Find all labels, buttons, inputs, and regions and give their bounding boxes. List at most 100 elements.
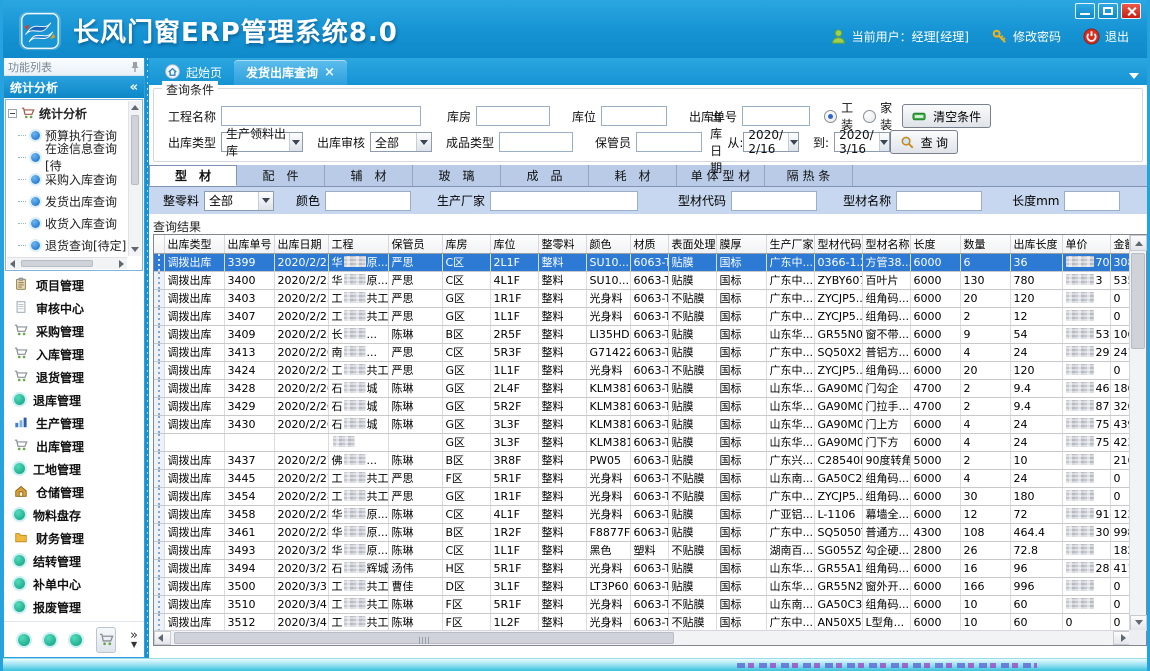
sidebar-item-物料盘存[interactable]: 物料盘存 xyxy=(14,505,144,526)
column-header-型材代码[interactable]: 型材代码 xyxy=(814,235,862,253)
column-header-出库日期[interactable]: 出库日期 xyxy=(274,235,328,253)
table-row[interactable]: G区3L3F整料KLM38176063-T5贴膜国标山东华...GA90M09.… xyxy=(154,433,1130,451)
sidebar-item-退货管理[interactable]: 退货管理 xyxy=(14,367,144,388)
tab-list-dropdown-icon[interactable] xyxy=(1129,73,1139,79)
table-row[interactable]: 调拨出库34032020/2/25工共工程严思G区1R1F整料光身料6063-T… xyxy=(154,289,1130,307)
column-header-整零料[interactable]: 整零料 xyxy=(538,235,586,253)
sidebar-item-出库管理[interactable]: 出库管理 xyxy=(14,436,144,457)
text-input[interactable] xyxy=(1064,191,1120,211)
scroll-left-button[interactable] xyxy=(154,631,171,645)
column-header-金额[interactable]: 金额 xyxy=(1110,235,1130,253)
material-tab-玻璃[interactable]: 玻 璃 xyxy=(413,165,501,186)
table-row[interactable]: 调拨出库34072020/2/25工共工程严思G区1L1F整料光身料6063-T… xyxy=(154,307,1130,325)
scroll-right-icon[interactable] xyxy=(119,260,124,268)
column-header-长度[interactable]: 长度 xyxy=(910,235,960,253)
date-from-picker[interactable]: 2020/ 2/16 xyxy=(743,132,799,152)
radio-工装[interactable] xyxy=(824,110,837,123)
sidebar-item-报废管理[interactable]: 报废管理 xyxy=(14,597,144,618)
table-row[interactable]: 调拨出库34372020/2/27佛...陈琳B区3R8F整料PW056063-… xyxy=(154,451,1130,469)
column-header-膜厚[interactable]: 膜厚 xyxy=(716,235,766,253)
column-header-材质[interactable]: 材质 xyxy=(630,235,668,253)
table-row[interactable]: 调拨出库35122020/3/4工共工程陈琳F区1L2F整料光身料6063-T5… xyxy=(154,613,1130,631)
column-header-型材名称[interactable]: 型材名称 xyxy=(862,235,910,253)
date-to-picker[interactable]: 2020/ 3/16 xyxy=(834,132,890,152)
cart-module-button[interactable] xyxy=(96,627,116,653)
table-row[interactable]: 调拨出库34942020/3/2石辉城汤伟H区5R1F整料光身料6063-T5贴… xyxy=(154,559,1130,577)
text-input[interactable] xyxy=(636,132,702,152)
dropdown-select[interactable]: 生产领料出库 xyxy=(221,132,303,152)
tree-item[interactable]: 在途信息查询[待 xyxy=(8,146,127,168)
minimize-button[interactable] xyxy=(1075,3,1095,19)
material-tab-耗材[interactable]: 耗 材 xyxy=(589,165,677,186)
grid-vertical-scrollbar[interactable] xyxy=(1129,235,1146,631)
material-tab-配件[interactable]: 配 件 xyxy=(237,165,325,186)
sidebar-item-生产管理[interactable]: 生产管理 xyxy=(14,413,144,434)
column-header-单价[interactable]: 单价 xyxy=(1062,235,1110,253)
column-header-出库单号[interactable]: 出库单号 xyxy=(224,235,274,253)
text-input[interactable] xyxy=(490,191,638,211)
scroll-down-icon[interactable] xyxy=(131,247,139,252)
table-row[interactable]: 调拨出库34932020/3/2华原...陈琳C区1L1F整料黑色塑料不贴膜国标… xyxy=(154,541,1130,559)
scroll-right-button[interactable] xyxy=(1113,631,1130,645)
sidebar-item-采购管理[interactable]: 采购管理 xyxy=(14,321,144,342)
table-row[interactable]: 调拨出库35102020/3/4工共工程陈琳F区5R1F整料光身料6063-T5… xyxy=(154,595,1130,613)
clear-conditions-button[interactable]: 清空条件 xyxy=(902,104,991,128)
dropdown-select[interactable]: 全部 xyxy=(204,191,274,211)
text-input[interactable] xyxy=(476,106,550,126)
tab-shipping-outbound-query[interactable]: 发货出库查询× xyxy=(234,60,347,85)
grid-horizontal-scrollbar[interactable] xyxy=(154,630,1130,645)
close-button[interactable] xyxy=(1121,3,1141,19)
text-input[interactable] xyxy=(731,191,817,211)
logout-button[interactable]: 退出 xyxy=(1083,28,1129,45)
module-dot-icon[interactable] xyxy=(18,634,30,646)
column-header-库房[interactable]: 库房 xyxy=(442,235,490,253)
radio-家装[interactable] xyxy=(863,110,876,123)
table-row[interactable]: 调拨出库34452020/2/27工共工程严思F区5R1F整料光身料6063-T… xyxy=(154,469,1130,487)
table-row[interactable]: 调拨出库34132020/2/26南...严思C区5R3F整料G71422606… xyxy=(154,343,1130,361)
table-row[interactable]: 调拨出库34292020/2/26石城陈琳G区5R2F整料KLM38176063… xyxy=(154,397,1130,415)
table-row[interactable]: 调拨出库34542020/2/28工共工程严思G区1R1F整料光身料6063-T… xyxy=(154,487,1130,505)
maximize-button[interactable] xyxy=(1098,3,1118,19)
tree-item[interactable]: 收货入库查询 xyxy=(8,212,127,234)
collapse-icon[interactable]: « xyxy=(130,80,138,95)
sidebar-item-仓储管理[interactable]: 仓储管理 xyxy=(14,482,144,503)
sidebar-item-工地管理[interactable]: 工地管理 xyxy=(14,459,144,480)
search-button[interactable]: 查 询 xyxy=(890,130,958,154)
scroll-up-icon[interactable] xyxy=(131,105,139,110)
material-tab-型材[interactable]: 型 材 xyxy=(149,165,237,186)
tab-close-icon[interactable]: × xyxy=(324,65,335,80)
text-input[interactable] xyxy=(221,106,421,126)
table-row[interactable]: 调拨出库35002020/3/3工共工程曹佳D区3L1F整料LT3P606063… xyxy=(154,577,1130,595)
material-tab-隔热条[interactable]: 隔 热 条 xyxy=(765,165,853,186)
sidebar-item-项目管理[interactable]: 项目管理 xyxy=(14,275,144,296)
table-row[interactable]: 调拨出库34612020/2/28华原...陈琳B区1R2F整料F8877FT6… xyxy=(154,523,1130,541)
text-input[interactable] xyxy=(499,132,573,152)
expander-icon[interactable] xyxy=(8,109,17,118)
column-header-出库长度[interactable]: 出库长度 xyxy=(1010,235,1062,253)
dropdown-select[interactable]: 全部 xyxy=(370,132,432,152)
change-password-button[interactable]: 修改密码 xyxy=(991,28,1061,45)
table-row[interactable]: 调拨出库34282020/2/26石城陈琳G区2L4F整料KLM38176063… xyxy=(154,379,1130,397)
material-tab-成品[interactable]: 成 品 xyxy=(501,165,589,186)
tree-horizontal-scrollbar[interactable] xyxy=(7,257,127,269)
column-header-工程[interactable]: 工程 xyxy=(328,235,388,253)
table-row[interactable]: 调拨出库33992020/2/25华原...严思C区2L1F整料SU10...6… xyxy=(154,253,1130,271)
grid-hscroll-thumb[interactable] xyxy=(174,632,674,644)
tree-item[interactable]: 退货查询[待定] xyxy=(8,234,127,256)
sidebar-item-入库管理[interactable]: 入库管理 xyxy=(14,344,144,365)
table-row[interactable]: 调拨出库34002020/2/25华原...严思C区4L1F整料SU10...6… xyxy=(154,271,1130,289)
overflow-chevron[interactable]: »▼ xyxy=(130,631,138,649)
tree-item[interactable]: 发货出库查询 xyxy=(8,190,127,212)
text-input[interactable] xyxy=(601,106,667,126)
tree-vertical-scrollbar[interactable] xyxy=(128,101,141,256)
table-row[interactable]: 调拨出库34302020/2/26石城陈琳G区3L3F整料KLM38176063… xyxy=(154,415,1130,433)
module-dot-icon[interactable] xyxy=(44,634,56,646)
tree-vscroll-thumb[interactable] xyxy=(131,115,139,185)
module-dot-icon[interactable] xyxy=(70,634,82,646)
column-header-颜色[interactable]: 颜色 xyxy=(586,235,630,253)
text-input[interactable] xyxy=(742,106,810,126)
table-row[interactable]: 调拨出库34582020/2/28华原...陈琳C区4L1F整料光身料6063-… xyxy=(154,505,1130,523)
table-row[interactable]: 调拨出库34242020/2/26工共工程严思G区1L1F整料光身料6063-T… xyxy=(154,361,1130,379)
sidebar-item-结转管理[interactable]: 结转管理 xyxy=(14,551,144,572)
statistics-section-header[interactable]: 统计分析 « xyxy=(4,76,144,98)
